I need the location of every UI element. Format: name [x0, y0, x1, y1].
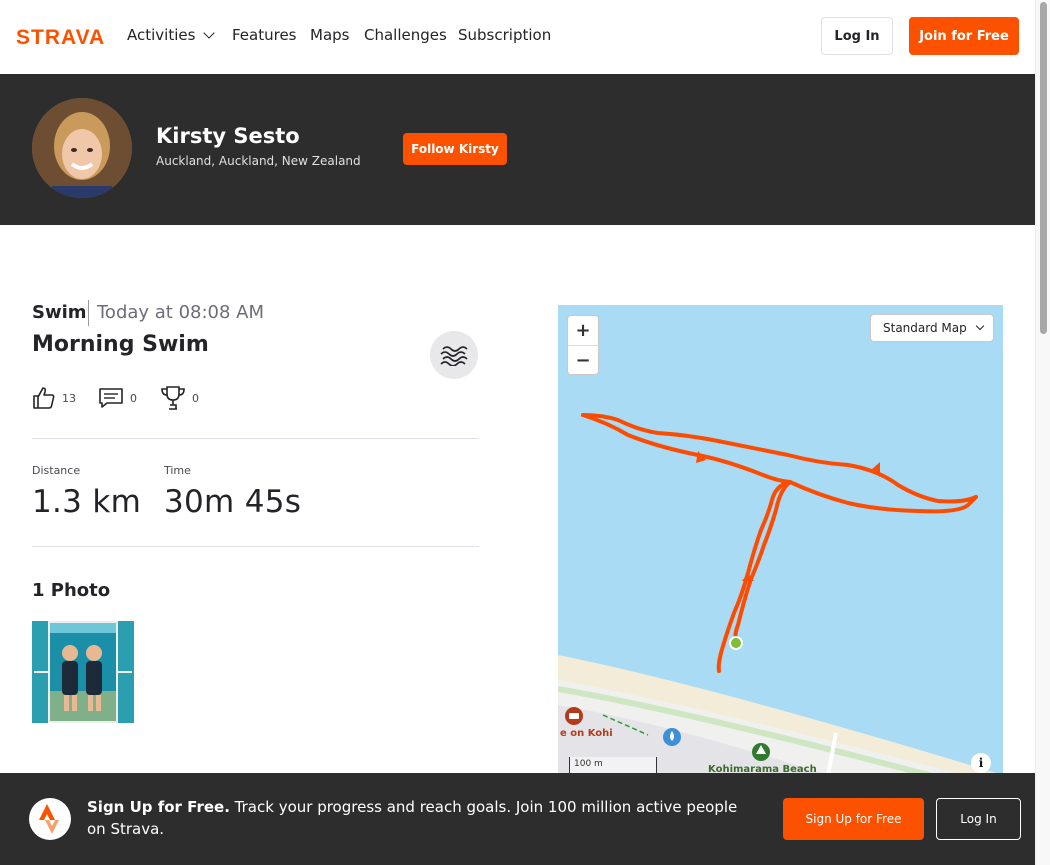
swim-waves-icon: [440, 346, 468, 366]
follow-button[interactable]: Follow Kirsty: [403, 133, 507, 165]
info-icon[interactable]: i: [971, 753, 991, 773]
nav-activities[interactable]: Activities: [127, 25, 216, 45]
photo-image: [32, 621, 134, 723]
kudos-button[interactable]: 13: [32, 384, 76, 412]
activity-title: Morning Swim: [32, 332, 209, 357]
distance-label: Distance: [32, 464, 81, 477]
comments-count: 0: [130, 391, 137, 405]
athlete-avatar[interactable]: [32, 98, 132, 198]
activity-date: Today at 08:08 AM: [97, 302, 265, 323]
activity-photo[interactable]: [32, 621, 134, 723]
kudos-count: 13: [62, 391, 76, 405]
athlete-name[interactable]: Kirsty Sesto: [156, 124, 300, 148]
activity-sport: Swim: [32, 302, 87, 323]
athlete-header: Kirsty Sesto Auckland, Auckland, New Zea…: [0, 74, 1035, 225]
nav-subscription[interactable]: Subscription: [458, 25, 551, 45]
divider: [88, 300, 89, 326]
map-type-value: Standard Map: [883, 321, 967, 335]
join-for-free-button[interactable]: Join for Free: [909, 17, 1019, 55]
nav-challenges[interactable]: Challenges: [364, 25, 447, 45]
divider: [32, 546, 479, 547]
distance-value: 1.3 km: [32, 484, 142, 520]
nav-features[interactable]: Features: [232, 25, 297, 45]
map-canvas: [558, 413, 1003, 785]
strava-logo[interactable]: STRAVA: [16, 27, 112, 46]
zoom-in-button[interactable]: +: [568, 316, 598, 345]
strava-mark-icon: [29, 798, 71, 840]
zoom-control: + −: [567, 315, 599, 375]
divider: [32, 438, 479, 439]
nav-maps[interactable]: Maps: [310, 25, 349, 45]
achievements-count: 0: [192, 391, 199, 405]
top-nav: STRAVA Activities Features Maps Challeng…: [0, 0, 1035, 74]
signup-banner: Sign Up for Free. Track your progress an…: [0, 773, 1035, 865]
login-button[interactable]: Log In: [821, 17, 893, 55]
strava-logo-text: STRAVA: [16, 27, 105, 46]
comments-button[interactable]: 0: [98, 384, 137, 412]
scrollbar-thumb[interactable]: [1040, 2, 1047, 334]
chevron-down-icon: [203, 27, 216, 39]
thumbs-up-icon: [33, 387, 55, 409]
banner-headline: Sign Up for Free.: [87, 798, 230, 816]
achievements-button[interactable]: 0: [160, 384, 199, 412]
map-type-select[interactable]: Standard Map: [870, 314, 994, 342]
banner-text: Sign Up for Free. Track your progress an…: [87, 796, 757, 840]
nav-activities-label: Activities: [127, 26, 196, 44]
time-value: 30m 45s: [164, 484, 302, 520]
sign-up-button[interactable]: Sign Up for Free: [783, 798, 924, 840]
page-scrollbar[interactable]: [1035, 0, 1050, 865]
comment-icon: [99, 388, 123, 408]
map-place-label: e on Kohi: [560, 728, 613, 739]
page: STRAVA Activities Features Maps Challeng…: [0, 0, 1050, 865]
banner-login-button[interactable]: Log In: [936, 798, 1021, 840]
time-label: Time: [164, 464, 191, 477]
zoom-out-button[interactable]: −: [568, 345, 598, 374]
photos-title: 1 Photo: [32, 580, 111, 601]
athlete-location: Auckland, Auckland, New Zealand: [156, 154, 361, 168]
avatar-image: [32, 98, 132, 198]
route-map[interactable]: e on Kohi Kohimarama Beach + − Standard …: [558, 305, 1003, 785]
swim-sport-badge: [430, 331, 478, 379]
chevron-down-icon: [975, 321, 984, 331]
strava-chevron-logo: [39, 804, 59, 834]
trophy-icon: [161, 386, 185, 410]
